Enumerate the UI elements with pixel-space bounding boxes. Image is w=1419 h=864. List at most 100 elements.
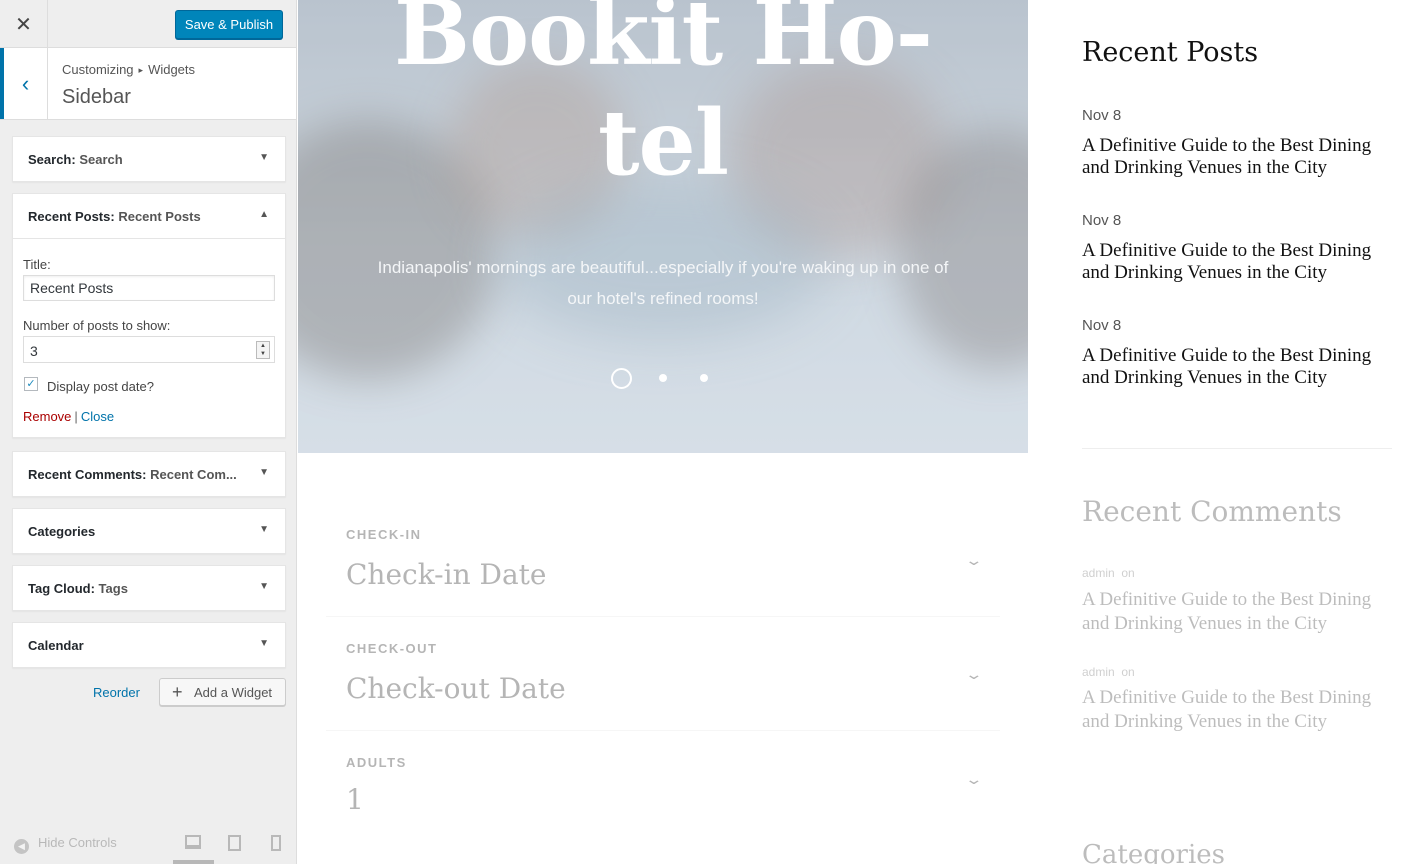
post-link[interactable]: A Definitive Guide to the Best Dining an… — [1082, 135, 1382, 179]
booking-value: Check-in Date — [346, 558, 547, 591]
chevron-down-icon[interactable]: ⌄ — [965, 552, 984, 569]
hide-controls-label: Hide Controls — [38, 835, 117, 850]
customizer-footer: ◀ Hide Controls — [0, 822, 296, 864]
breadcrumb-customizing: Customizing — [62, 62, 134, 77]
chevron-down-icon[interactable]: ▼ — [259, 581, 269, 592]
comment-author[interactable]: admin — [1082, 665, 1115, 679]
post-date: Nov 8 — [1082, 317, 1122, 334]
widget-recent-posts: Recent Posts: Recent Posts ▲ Title: Numb… — [12, 193, 286, 438]
chevron-down-icon[interactable]: ▼ — [259, 467, 269, 478]
chevron-down-icon[interactable]: ▼ — [259, 524, 269, 535]
widget-subtitle: Search — [79, 152, 123, 167]
remove-link[interactable]: Remove — [23, 409, 71, 424]
add-widget-label: Add a Widget — [194, 685, 273, 700]
hero-title-line1: Bookit Ho- — [394, 0, 933, 86]
widget-tag-cloud[interactable]: Tag Cloud: Tags ▼ — [12, 565, 286, 611]
booking-form: CHECK-IN Check-in Date ⌄ CHECK-OUT Check… — [326, 500, 1000, 820]
breadcrumb-widgets: Widgets — [148, 62, 196, 77]
comment-meta: admin on — [1082, 566, 1135, 580]
widget-recent-posts-header[interactable]: Recent Posts: Recent Posts ▲ — [13, 194, 285, 238]
plus-icon: + — [172, 682, 183, 702]
widget-calendar-header[interactable]: Calendar ▼ — [13, 623, 285, 667]
post-count-label: Number of posts to show: — [23, 318, 171, 333]
widget-name: Recent Comments — [28, 467, 143, 482]
hero-slider: Bookit Ho- tel Indianapolis' mornings ar… — [298, 0, 1028, 453]
categories-title: Categories — [1082, 840, 1225, 864]
section-title: Sidebar — [62, 86, 131, 108]
widget-recent-posts-form: Title: Number of posts to show: 3 ▲▼ ✓ D… — [13, 238, 285, 437]
widget-name: Tag Cloud — [28, 581, 91, 596]
widget-calendar[interactable]: Calendar ▼ — [12, 622, 286, 668]
desktop-preview-icon[interactable] — [185, 835, 201, 849]
widget-recent-comments[interactable]: Recent Comments: Recent Com... ▼ — [12, 451, 286, 497]
widget-subtitle: Tags — [98, 581, 128, 596]
action-separator: | — [74, 409, 78, 424]
section-header: ‹ Customizing ▸ Widgets Sidebar — [0, 48, 296, 120]
widget-categories-header[interactable]: Categories ▼ — [13, 509, 285, 553]
widget-name: Recent Posts — [28, 209, 111, 224]
booking-field-adults[interactable]: ADULTS 1 ⌄ — [326, 731, 1000, 820]
title-label: Title: — [23, 257, 51, 272]
recent-comments-title: Recent Comments — [1082, 495, 1342, 528]
post-date: Nov 8 — [1082, 107, 1122, 124]
widget-recent-comments-header[interactable]: Recent Comments: Recent Com... ▼ — [13, 452, 285, 496]
widget-name: Calendar — [28, 638, 84, 653]
booking-value: 1 — [346, 783, 364, 816]
hero-subtitle: Indianapolis' mornings are beautiful...e… — [377, 258, 949, 308]
comment-author[interactable]: admin — [1082, 566, 1115, 580]
post-count-input[interactable]: 3 ▲ ▼ — [23, 336, 275, 363]
widget-search[interactable]: Search: Search ▼ — [12, 136, 286, 182]
customizer-header: ✕ Save & Publish — [0, 0, 296, 48]
slider-dot[interactable] — [700, 374, 708, 382]
widget-categories[interactable]: Categories ▼ — [12, 508, 286, 554]
save-publish-button[interactable]: Save & Publish — [175, 10, 283, 39]
chevron-down-icon[interactable]: ▼ — [259, 638, 269, 649]
preview-sidebar: Recent Posts Nov 8 A Definitive Guide to… — [1082, 0, 1392, 864]
active-device-indicator — [173, 860, 214, 864]
widget-name: Categories — [28, 524, 96, 539]
post-date: Nov 8 — [1082, 212, 1122, 229]
post-link[interactable]: A Definitive Guide to the Best Dining an… — [1082, 345, 1382, 389]
booking-label: ADULTS — [346, 755, 407, 770]
collapse-icon: ◀ — [14, 839, 29, 854]
booking-label: CHECK-IN — [346, 527, 422, 542]
comment-post-link[interactable]: A Definitive Guide to the Best Dining an… — [1082, 686, 1382, 734]
customizer-panel: ✕ Save & Publish ‹ Customizing ▸ Widgets S… — [0, 0, 297, 864]
chevron-down-icon[interactable]: ⌄ — [965, 771, 984, 788]
widget-name: Search — [28, 152, 72, 167]
comment-post-link[interactable]: A Definitive Guide to the Best Dining an… — [1082, 588, 1382, 636]
booking-value: Check-out Date — [346, 672, 566, 705]
booking-field-checkin[interactable]: CHECK-IN Check-in Date ⌄ — [326, 500, 1000, 617]
chevron-down-icon[interactable]: ▼ — [259, 152, 269, 163]
chevron-up-icon[interactable]: ▲ — [259, 209, 269, 220]
recent-posts-title: Recent Posts — [1082, 37, 1259, 68]
widget-subtitle: Recent Com... — [150, 467, 237, 482]
slider-dot[interactable] — [659, 374, 667, 382]
comment-meta: admin on — [1082, 665, 1135, 679]
hide-controls-button[interactable]: ◀ Hide Controls — [14, 835, 117, 854]
slider-dot-active[interactable] — [611, 368, 632, 389]
widget-tag-cloud-header[interactable]: Tag Cloud: Tags ▼ — [13, 566, 285, 610]
widget-divider — [1082, 448, 1392, 449]
back-arrow-icon[interactable]: ‹ — [0, 48, 48, 119]
close-link[interactable]: Close — [81, 409, 114, 424]
display-date-label: Display post date? — [47, 379, 154, 394]
widget-search-header[interactable]: Search: Search ▼ — [13, 137, 285, 181]
mobile-preview-icon[interactable] — [271, 835, 281, 851]
post-count-value: 3 — [30, 343, 38, 359]
tablet-preview-icon[interactable] — [228, 835, 241, 851]
close-icon[interactable]: ✕ — [0, 0, 48, 48]
reorder-link[interactable]: Reorder — [93, 685, 140, 700]
comment-on: on — [1121, 665, 1135, 679]
title-input[interactable] — [23, 275, 275, 301]
post-link[interactable]: A Definitive Guide to the Best Dining an… — [1082, 240, 1382, 284]
booking-field-checkout[interactable]: CHECK-OUT Check-out Date ⌄ — [326, 617, 1000, 731]
breadcrumb: Customizing ▸ Widgets — [62, 62, 195, 77]
chevron-down-icon[interactable]: ⌄ — [965, 666, 984, 683]
stepper-arrows-icon[interactable]: ▲ ▼ — [256, 341, 270, 359]
add-widget-button[interactable]: + Add a Widget — [159, 678, 286, 706]
breadcrumb-separator-icon: ▸ — [138, 65, 144, 75]
hero-title: Bookit Ho- tel — [298, 0, 1028, 198]
display-date-checkbox[interactable]: ✓ — [24, 377, 38, 391]
widget-actions: Remove | Close — [23, 409, 275, 424]
